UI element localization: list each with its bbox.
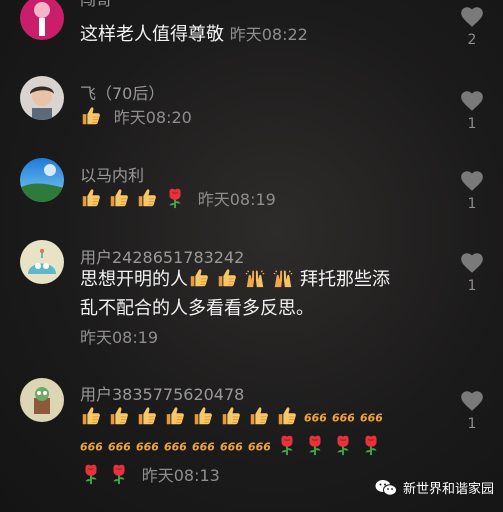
like-count: 2: [467, 32, 477, 48]
like-count: 1: [467, 278, 477, 294]
praise-hands-icon: [272, 267, 294, 289]
thumbs-up-icon: [108, 187, 130, 209]
thumbs-up-icon: [80, 405, 102, 427]
thumbs-up-icon: [188, 267, 210, 289]
thumbs-up-icon: [80, 105, 102, 127]
heart-icon: [458, 250, 486, 276]
rose-icon: [332, 434, 354, 456]
heart-icon: [458, 4, 486, 30]
666-icon: [136, 434, 158, 456]
666-icon: [164, 434, 186, 456]
like-button[interactable]: 2: [457, 4, 487, 48]
thumbs-up-icon: [276, 405, 298, 427]
666-icon: [304, 405, 326, 427]
comment-text: 昨天08:13: [80, 403, 388, 490]
avatar[interactable]: [20, 0, 64, 40]
avatar-image-icon: [20, 164, 64, 202]
watermark-label: 新世界和谐家园: [403, 482, 495, 497]
rose-icon: [276, 434, 298, 456]
comment-time: 昨天08:22: [229, 25, 308, 44]
thumbs-up-icon: [164, 405, 186, 427]
comment-username[interactable]: 闯哥: [80, 0, 112, 10]
666-icon: [220, 434, 242, 456]
avatar-image-icon: [30, 86, 54, 120]
like-button[interactable]: 1: [457, 168, 487, 212]
rose-icon: [80, 463, 102, 485]
thumbs-up-icon: [136, 405, 158, 427]
666-icon: [248, 434, 270, 456]
praise-hands-icon: [244, 267, 266, 289]
thumbs-up-icon: [248, 405, 270, 427]
rose-icon: [108, 463, 130, 485]
like-button[interactable]: 1: [457, 250, 487, 294]
avatar[interactable]: [20, 378, 64, 422]
avatar[interactable]: [20, 158, 64, 202]
heart-icon: [458, 388, 486, 414]
avatar-image-icon: [28, 249, 56, 274]
heart-icon: [458, 168, 486, 194]
comment-time: 昨天08:19: [197, 190, 276, 209]
wechat-logo-icon: [375, 479, 397, 496]
666-icon: [360, 405, 382, 427]
avatar-image-icon: [34, 387, 50, 414]
like-button[interactable]: 1: [457, 388, 487, 432]
thumbs-up-icon: [192, 405, 214, 427]
like-count: 1: [467, 416, 477, 432]
rose-icon: [304, 434, 326, 456]
like-count: 1: [467, 196, 477, 212]
thumbs-up-icon: [136, 187, 158, 209]
comment-text: 思想开明的人 拜托那些添 乱不配合的人多看看多反思。 昨天08:19: [80, 265, 390, 352]
comment-username[interactable]: 飞（70后）: [80, 80, 164, 104]
like-button[interactable]: 1: [457, 88, 487, 132]
comment-username[interactable]: 以马内利: [80, 162, 144, 186]
rose-icon: [164, 187, 186, 209]
666-icon: [80, 434, 102, 456]
comment-body: 拜托那些添: [300, 269, 390, 290]
thumbs-up-icon: [220, 405, 242, 427]
comment-body: 这样老人值得尊敬: [80, 24, 224, 45]
666-icon: [332, 405, 354, 427]
comment-time: 昨天08:20: [113, 108, 192, 127]
comment-body: 思想开明的人: [80, 269, 188, 290]
rose-icon: [360, 434, 382, 456]
thumbs-up-icon: [80, 187, 102, 209]
avatar[interactable]: [20, 76, 64, 120]
like-count: 1: [467, 116, 477, 132]
666-icon: [108, 434, 130, 456]
comment-body: 乱不配合的人多看看多反思。: [80, 298, 314, 319]
666-icon: [192, 434, 214, 456]
heart-icon: [458, 88, 486, 114]
comment-text: 这样老人值得尊敬 昨天08:22: [80, 20, 308, 49]
comment-time: 昨天08:13: [141, 466, 220, 485]
comment-time: 昨天08:19: [80, 328, 159, 347]
comment-username[interactable]: 用户3835775620478: [80, 381, 244, 405]
avatar-image-icon: [34, 2, 50, 36]
avatar[interactable]: [20, 240, 64, 284]
thumbs-up-icon: [216, 267, 238, 289]
watermark: 新世界和谐家园: [375, 478, 494, 497]
comment-text: 昨天08:19: [80, 185, 276, 214]
thumbs-up-icon: [108, 405, 130, 427]
comment-text: 昨天08:20: [80, 103, 192, 132]
